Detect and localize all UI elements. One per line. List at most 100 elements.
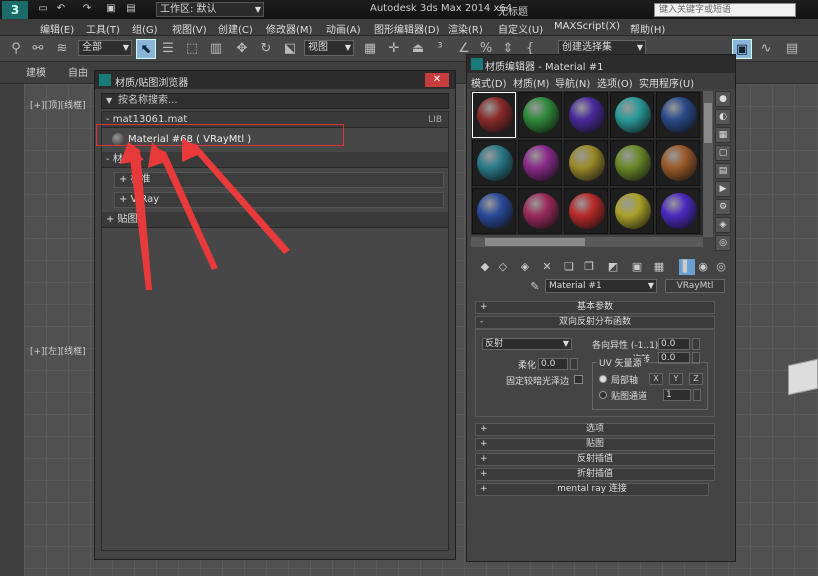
scrollbar-thumb[interactable] (704, 103, 712, 143)
anisotropy-spinner[interactable] (692, 338, 700, 350)
menu-views[interactable]: 视图(V) (172, 21, 207, 36)
menu-help[interactable]: 帮助(H) (630, 21, 665, 36)
menu-maxscript[interactable]: MAXScript(X) (554, 21, 620, 32)
backlight-icon[interactable]: ◐ (715, 109, 731, 125)
save-file-icon[interactable]: ▤ (124, 2, 138, 16)
material-editor-titlebar[interactable]: 材质编辑器 - Material #1 (467, 55, 735, 73)
app-logo-icon[interactable]: 3 (2, 1, 28, 19)
rect-selection-icon[interactable]: ⬚ (182, 39, 202, 59)
sample-type-icon[interactable]: ● (715, 91, 731, 107)
me-menu-modes[interactable]: 模式(D) (471, 75, 507, 90)
sample-slot[interactable] (564, 140, 608, 186)
make-preview-icon[interactable]: ▶ (715, 181, 731, 197)
sample-slot[interactable] (518, 188, 562, 234)
undo-icon[interactable]: ↶ (54, 2, 68, 16)
menu-tools[interactable]: 工具(T) (86, 21, 120, 36)
axis-y-button[interactable]: Y (669, 373, 683, 385)
curve-editor-icon[interactable]: ∿ (756, 39, 776, 59)
go-to-parent-icon[interactable]: ◉ (695, 259, 711, 275)
viewport-label-top[interactable]: [+][顶][线框] (30, 98, 86, 111)
soften-field[interactable]: 0.0 (538, 358, 568, 370)
uv-tiling-icon[interactable]: ▢ (715, 145, 731, 161)
unlink-icon[interactable]: ⚯ (28, 39, 48, 59)
sample-slot[interactable] (564, 92, 608, 138)
put-to-scene-icon[interactable]: ◇ (495, 259, 511, 275)
axis-x-button[interactable]: X (649, 373, 663, 385)
search-input[interactable]: 键入关键字或短语 (654, 3, 796, 17)
sample-slot[interactable] (518, 92, 562, 138)
rollout-basic-params[interactable]: + 基本参数 (475, 301, 715, 314)
soften-spinner[interactable] (570, 358, 578, 370)
sample-slot[interactable] (656, 188, 700, 234)
go-forward-sibling-icon[interactable]: ◎ (713, 259, 729, 275)
me-menu-navigation[interactable]: 导航(N) (555, 75, 590, 90)
pick-material-eyedropper-icon[interactable]: ✎ (527, 279, 543, 295)
me-menu-utilities[interactable]: 实用程序(U) (639, 75, 694, 90)
menu-customize[interactable]: 自定义(U) (498, 21, 543, 36)
keyboard-shortcut-icon[interactable]: ⏏ (408, 39, 428, 59)
me-menu-options[interactable]: 选项(O) (597, 75, 633, 90)
selection-filter-dropdown[interactable]: 全部 ▼ (78, 40, 132, 56)
menu-rendering[interactable]: 渲染(R) (448, 21, 483, 36)
scrollbar-thumb[interactable] (485, 238, 585, 246)
redo-icon[interactable]: ↷ (80, 2, 94, 16)
make-copy-icon[interactable]: ❏ (561, 259, 577, 275)
assign-to-selection-icon[interactable]: ◈ (517, 259, 533, 275)
menu-modifiers[interactable]: 修改器(M) (266, 21, 312, 36)
menu-graph-editors[interactable]: 图形编辑器(D) (374, 21, 440, 36)
rotate-icon[interactable]: ↻ (256, 39, 276, 59)
map-channel-radio[interactable] (599, 391, 607, 399)
sample-slot[interactable] (472, 188, 516, 234)
anisotropy-field[interactable]: 0.0 (658, 338, 690, 350)
menu-group[interactable]: 组(G) (132, 21, 158, 36)
tab-freeform[interactable]: 自由 (62, 66, 94, 81)
make-unique-icon[interactable]: ❐ (581, 259, 597, 275)
material-type-button[interactable]: VRayMtl (665, 279, 725, 293)
fix-dark-edges-checkbox[interactable] (574, 375, 583, 384)
scale-icon[interactable]: ⬕ (280, 39, 300, 59)
background-icon[interactable]: ▦ (715, 127, 731, 143)
brdf-type-dropdown[interactable]: 反射 ▼ (482, 338, 572, 350)
pivot-center-icon[interactable]: ▦ (360, 39, 380, 59)
me-menu-material[interactable]: 材质(M) (513, 75, 549, 90)
show-map-icon[interactable]: ▦ (651, 259, 667, 275)
sample-slot[interactable] (472, 92, 516, 138)
select-object-icon[interactable]: ⬉ (136, 39, 156, 59)
reset-map-icon[interactable]: ✕ (539, 259, 555, 275)
window-crossing-icon[interactable]: ▥ (206, 39, 226, 59)
close-icon[interactable]: ✕ (425, 73, 449, 87)
sample-slot[interactable] (656, 140, 700, 186)
tab-modeling[interactable]: 建模 (20, 66, 52, 81)
sample-slot[interactable] (610, 140, 654, 186)
material-name-field[interactable]: Material #1 ▼ (545, 279, 657, 293)
section-standard[interactable]: + 标准 (114, 172, 444, 188)
rollout-brdf[interactable]: - 双向反射分布函数 (475, 316, 715, 329)
rollout-maps[interactable]: + 贴图 (475, 438, 715, 451)
rollout-refract-interp[interactable]: + 折射插值 (475, 468, 715, 481)
slots-vertical-scrollbar[interactable] (703, 91, 713, 237)
get-material-icon[interactable]: ◆ (477, 259, 493, 275)
rollout-reflect-interp[interactable]: + 反射插值 (475, 453, 715, 466)
sample-slot[interactable] (472, 140, 516, 186)
map-channel-spinner[interactable] (693, 389, 701, 401)
section-materials[interactable]: - 材质 (102, 152, 448, 168)
viewport-label-left[interactable]: [+][左][线框] (30, 344, 86, 357)
local-axis-radio[interactable] (599, 375, 607, 383)
sample-slot[interactable] (656, 92, 700, 138)
material-navigator-icon[interactable]: ◎ (715, 235, 731, 251)
workspace-dropdown[interactable]: 工作区: 默认 ▼ (156, 2, 264, 17)
select-manipulate-icon[interactable]: ✛ (384, 39, 404, 59)
material-search-input[interactable]: ▼ 按名称搜索... (101, 93, 449, 109)
link-icon[interactable]: ⚲ (6, 39, 26, 59)
sample-slot[interactable] (610, 92, 654, 138)
axis-z-button[interactable]: Z (689, 373, 703, 385)
reference-coord-dropdown[interactable]: 视图 ▼ (304, 40, 354, 56)
select-by-name-icon[interactable]: ☰ (158, 39, 178, 59)
options-icon[interactable]: ⚙ (715, 199, 731, 215)
new-file-icon[interactable]: ▭ (36, 2, 50, 16)
snap-toggle-icon[interactable]: ³ (430, 39, 450, 59)
bind-spacewarp-icon[interactable]: ≋ (52, 39, 72, 59)
select-by-material-icon[interactable]: ◈ (715, 217, 731, 233)
show-end-result-icon[interactable]: ▌ (679, 259, 695, 275)
sample-slot[interactable] (564, 188, 608, 234)
